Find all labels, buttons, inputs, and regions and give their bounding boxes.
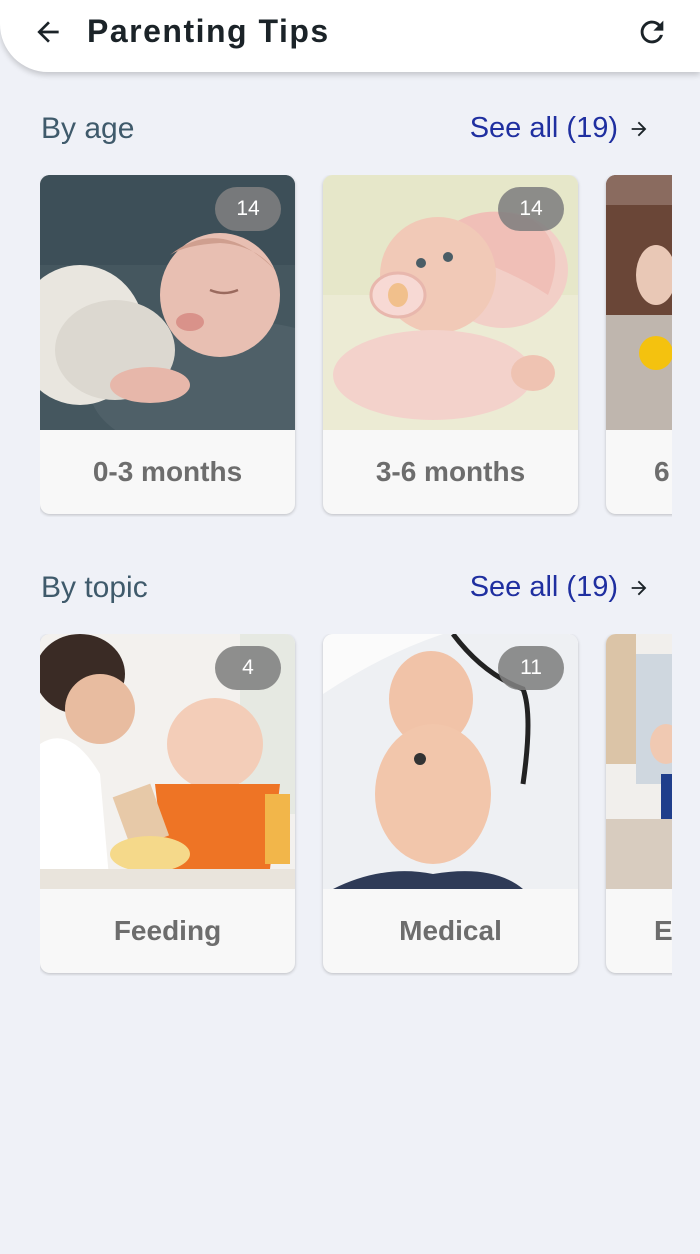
topic-card-partial[interactable]: En xyxy=(606,634,672,973)
count-badge: 14 xyxy=(498,187,564,231)
count-badge: 4 xyxy=(215,646,281,690)
see-all-label: See all (19) xyxy=(469,571,618,603)
card-label: Medical xyxy=(399,915,502,946)
arrow-forward-icon xyxy=(628,577,650,599)
card-label: En xyxy=(654,915,672,946)
card-label: 0-3 months xyxy=(92,456,243,487)
see-all-by-age-link[interactable]: See all (19) xyxy=(470,112,650,145)
back-button[interactable] xyxy=(30,14,66,50)
age-card-3-6-months[interactable]: 14 3-6 months xyxy=(323,175,578,514)
section-title-by-topic: By topic xyxy=(41,571,148,604)
card-label: 6 xyxy=(654,456,670,487)
section-title-by-age: By age xyxy=(41,112,135,145)
refresh-button[interactable] xyxy=(634,14,670,50)
app-bar: Parenting Tips xyxy=(0,0,700,72)
page-title: Parenting Tips xyxy=(87,13,330,49)
see-all-label: See all (19) xyxy=(469,112,618,144)
baby-playing-photo xyxy=(606,634,672,889)
count-badge: 11 xyxy=(498,646,564,690)
topic-cards-carousel[interactable]: 4 Feeding 11 Medical E xyxy=(40,634,672,976)
topic-card-feeding[interactable]: 4 Feeding xyxy=(40,634,295,973)
age-card-6-partial[interactable]: 6 xyxy=(606,175,672,514)
age-cards-carousel[interactable]: 14 0-3 months 14 3-6 months 6 xyxy=(40,175,672,517)
card-label: 3-6 months xyxy=(375,456,526,487)
count-badge: 14 xyxy=(215,187,281,231)
baby-playing-with-ball-photo xyxy=(606,175,672,430)
card-label: Feeding xyxy=(113,915,222,946)
arrow-back-icon xyxy=(37,21,59,43)
topic-card-medical[interactable]: 11 Medical xyxy=(323,634,578,973)
age-card-0-3-months[interactable]: 14 0-3 months xyxy=(40,175,295,514)
refresh-icon xyxy=(640,20,664,44)
arrow-forward-icon xyxy=(628,118,650,140)
see-all-by-topic-link[interactable]: See all (19) xyxy=(470,571,650,604)
